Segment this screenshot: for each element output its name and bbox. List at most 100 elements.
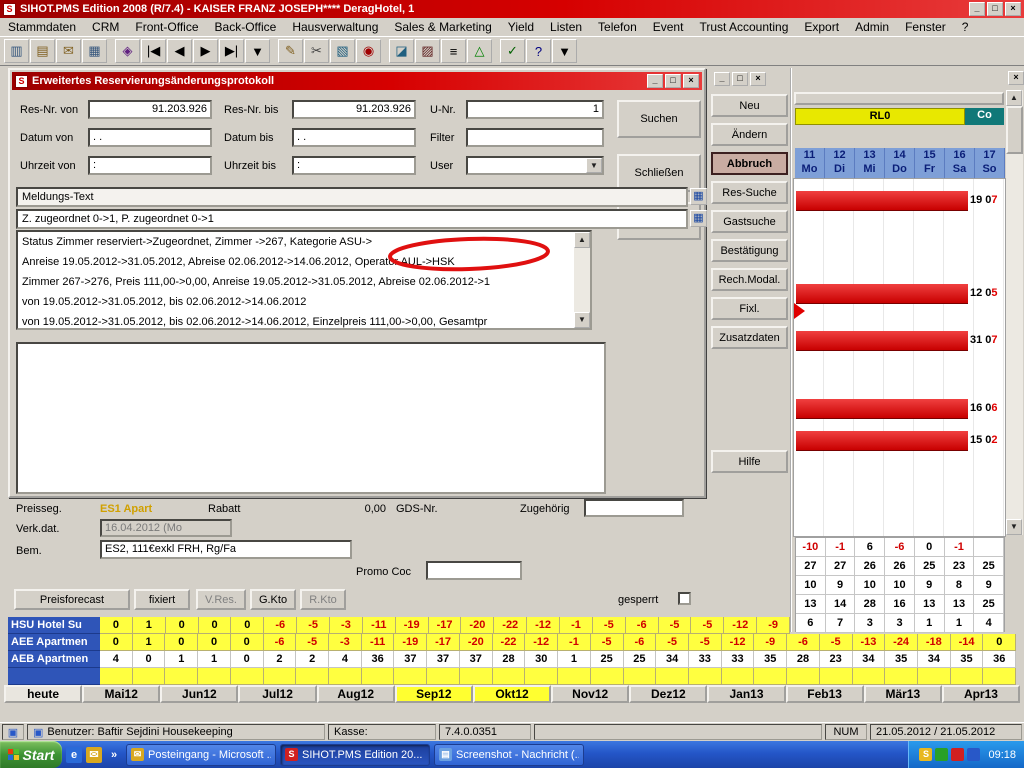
menu-telefon[interactable]: Telefon [590, 18, 645, 36]
close-button[interactable]: × [1005, 2, 1021, 16]
day-column-12[interactable]: 12Di [825, 148, 855, 178]
menu-crm[interactable]: CRM [84, 18, 127, 36]
listbox-scroll-down-icon[interactable]: ▼ [574, 312, 590, 328]
side-button-hilfe[interactable]: Hilfe [711, 450, 788, 473]
side-button-ändern[interactable]: Ändern [711, 123, 788, 146]
toolbar-dropdown2-icon[interactable]: ▼ [552, 39, 577, 63]
resnr-von-field[interactable]: 91.203.926 [88, 100, 212, 119]
planner-top-strip[interactable] [794, 92, 1004, 105]
tab-jan13[interactable]: Jan13 [707, 685, 785, 703]
menu-back-office[interactable]: Back-Office [207, 18, 285, 36]
toolbar-list-icon[interactable]: ≡ [441, 39, 466, 63]
dialog-minimize-button[interactable]: _ [647, 74, 663, 88]
side-button-zusatzdaten[interactable]: Zusatzdaten [711, 326, 788, 349]
resnr-bis-field[interactable]: 91.203.926 [292, 100, 416, 119]
minimize-button[interactable]: _ [969, 2, 985, 16]
listbox-scroll-track[interactable] [574, 248, 590, 312]
listbox-scroll-up-icon[interactable]: ▲ [574, 232, 590, 248]
task-sihot-pms-edition-20[interactable]: SSIHOT.PMS Edition 20... [280, 744, 430, 766]
row-label-hsu-hotel-su[interactable]: HSU Hotel Su [8, 617, 100, 634]
protocol-entry-5[interactable]: von 19.05.2012->31.05.2012, bis 02.06.20… [18, 312, 574, 332]
tab-aug12[interactable]: Aug12 [317, 685, 395, 703]
toolbar-roomplan-icon[interactable]: ▧ [330, 39, 355, 63]
filter-field[interactable] [466, 128, 604, 147]
quicklaunch-ie-icon[interactable]: e [66, 747, 82, 763]
toolbar-cardfile-icon[interactable]: ▤ [30, 39, 55, 63]
side-button-abbruch[interactable]: Abbruch [711, 152, 788, 175]
tab-jul12[interactable]: Jul12 [238, 685, 316, 703]
start-button[interactable]: Start [0, 741, 62, 768]
uhrzeit-von-field[interactable]: : [88, 156, 212, 175]
toolbar-record-icon[interactable]: ◉ [356, 39, 381, 63]
detail-textarea[interactable] [16, 342, 606, 494]
toolbar-prev-record-icon[interactable]: ◀ [167, 39, 192, 63]
day-column-13[interactable]: 13Mi [855, 148, 885, 178]
datum-von-field[interactable]: . . [88, 128, 212, 147]
menu-[interactable]: ? [954, 18, 977, 36]
toolbar-grid-icon[interactable]: ▦ [82, 39, 107, 63]
tab-nov12[interactable]: Nov12 [551, 685, 629, 703]
button-v-res[interactable]: V.Res. [196, 589, 246, 610]
row-label-aeb-apartmen[interactable]: AEB Apartmen [8, 651, 100, 668]
selected-entry-icon[interactable]: ▦ [690, 210, 707, 227]
button-preisforecast[interactable]: Preisforecast [14, 589, 130, 610]
toolbar-split-icon[interactable]: ◪ [389, 39, 414, 63]
toolbar-edit-icon[interactable]: ✎ [278, 39, 303, 63]
selected-entry-row[interactable]: Z. zugeordnet 0->1, P. zugeordnet 0->1 [16, 209, 688, 229]
menu-front-office[interactable]: Front-Office [127, 18, 206, 36]
tab-dez12[interactable]: Dez12 [629, 685, 707, 703]
unr-field[interactable]: 1 [466, 100, 604, 119]
task-screenshot-nachricht[interactable]: ▤Screenshot - Nachricht (... [434, 744, 584, 766]
tray-icon-2[interactable] [935, 748, 948, 761]
scrollbar-track[interactable] [1006, 106, 1023, 519]
tray-icon-4[interactable] [967, 748, 980, 761]
promo-field[interactable] [426, 561, 522, 580]
quicklaunch-more-icon[interactable]: » [106, 747, 122, 763]
button-r-kto[interactable]: R.Kto [300, 589, 346, 610]
menu-admin[interactable]: Admin [847, 18, 897, 36]
tab-mai12[interactable]: Mai12 [82, 685, 160, 703]
tab-okt12[interactable]: Okt12 [473, 685, 551, 703]
child-minimize-button[interactable]: _ [714, 72, 730, 86]
toolbar-first-record-icon[interactable]: |◀ [141, 39, 166, 63]
side-button-neu[interactable]: Neu [711, 94, 788, 117]
menu-listen[interactable]: Listen [542, 18, 590, 36]
planner-close-button[interactable]: × [1008, 71, 1024, 85]
task-posteingang-microsoft[interactable]: ✉Posteingang - Microsoft ... [126, 744, 276, 766]
protocol-entry-4[interactable]: von 19.05.2012->31.05.2012, bis 02.06.20… [18, 292, 574, 312]
toolbar-mail-icon[interactable]: ✉ [56, 39, 81, 63]
planner-scrollbar[interactable]: ▲ ▼ [1006, 90, 1023, 535]
bem-field[interactable]: ES2, 111€exkl FRH, Rg/Fa [100, 540, 352, 559]
toolbar-help-icon[interactable]: ? [526, 39, 551, 63]
scrollbar-thumb[interactable] [1006, 106, 1023, 154]
tab-feb13[interactable]: Feb13 [786, 685, 864, 703]
side-button-fixl[interactable]: Fixl. [711, 297, 788, 320]
menu-yield[interactable]: Yield [500, 18, 542, 36]
child-restore-button[interactable]: □ [732, 72, 748, 86]
button-g-kto[interactable]: G.Kto [250, 589, 296, 610]
day-column-17[interactable]: 17So [975, 148, 1005, 178]
row-label-x[interactable] [8, 668, 100, 685]
day-column-16[interactable]: 16Sa [945, 148, 975, 178]
menu-fenster[interactable]: Fenster [897, 18, 954, 36]
tab-sep12[interactable]: Sep12 [395, 685, 473, 703]
protocol-entry-2[interactable]: Anreise 19.05.2012->31.05.2012, Abreise … [18, 252, 574, 272]
button-fixiert[interactable]: fixiert [134, 589, 190, 610]
row-label-aee-apartmen[interactable]: AEE Apartmen [8, 634, 100, 651]
tray-icon-1[interactable]: S [919, 748, 932, 761]
side-button-rech-modal[interactable]: Rech.Modal. [711, 268, 788, 291]
day-column-15[interactable]: 15Fr [915, 148, 945, 178]
gesperrt-checkbox[interactable] [678, 592, 691, 605]
toolbar-next-record-icon[interactable]: ▶ [193, 39, 218, 63]
toolbar-dropdown-icon[interactable]: ▼ [245, 39, 270, 63]
tab-mär13[interactable]: Mär13 [864, 685, 942, 703]
tab-jun12[interactable]: Jun12 [160, 685, 238, 703]
dialog-close-button[interactable]: × [683, 74, 699, 88]
side-button-gastsuche[interactable]: Gastsuche [711, 210, 788, 233]
toolbar-check-icon[interactable]: ✓ [500, 39, 525, 63]
toolbar-window-icon[interactable]: ▥ [4, 39, 29, 63]
user-combobox[interactable]: ▼ [466, 156, 604, 175]
datum-bis-field[interactable]: . . [292, 128, 416, 147]
menu-hausverwaltung[interactable]: Hausverwaltung [284, 18, 386, 36]
menu-sales-marketing[interactable]: Sales & Marketing [386, 18, 499, 36]
